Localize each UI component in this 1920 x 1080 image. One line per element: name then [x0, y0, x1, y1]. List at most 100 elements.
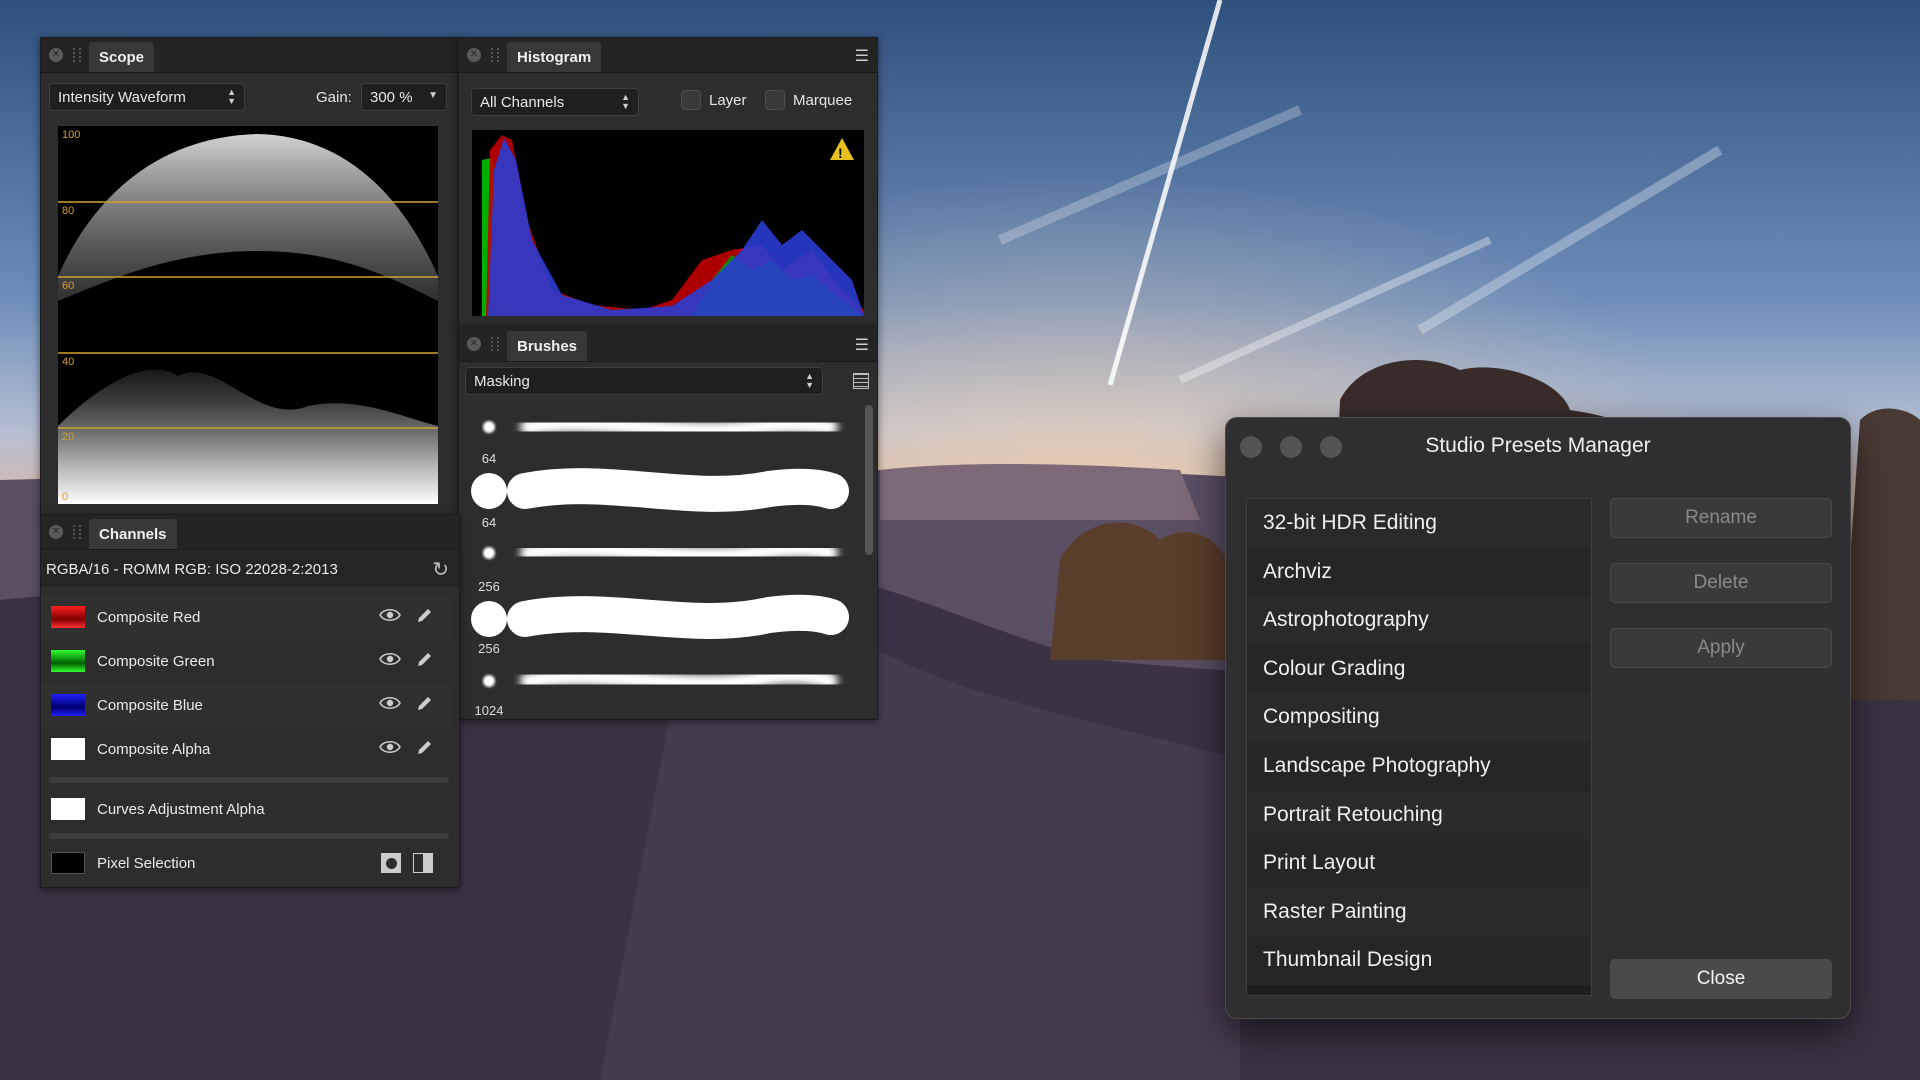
tab-histogram[interactable]: Histogram [507, 42, 602, 72]
refresh-icon[interactable]: ↻ [432, 557, 449, 582]
pencil-icon[interactable] [415, 739, 433, 757]
chevron-updown-icon: ▲ ▼ [805, 371, 814, 390]
apply-button[interactable]: Apply [1610, 628, 1832, 668]
brush-list[interactable]: 64 64 256 256 1024 [459, 405, 859, 718]
channel-label: Composite Red [97, 608, 201, 626]
scale-label-80: 80 [62, 205, 74, 217]
color-profile-label: RGBA/16 - ROMM RGB: ISO 22028-2:2013 [46, 560, 338, 578]
brush-size-label: 64 [482, 451, 496, 466]
eye-icon[interactable] [379, 607, 401, 623]
checkbox-box[interactable] [765, 90, 785, 110]
scale-label-20: 20 [62, 431, 74, 443]
grip-icon[interactable] [491, 337, 499, 351]
gain-value: 300 % [370, 88, 413, 106]
brush-size-label: 1024 [475, 703, 504, 717]
scope-panel-header[interactable]: ✕ Scope [41, 38, 459, 73]
close-icon[interactable]: ✕ [467, 48, 481, 62]
preset-item[interactable]: Compositing [1247, 693, 1591, 742]
channels-panel: ✕ Channels RGBA/16 - ROMM RGB: ISO 22028… [40, 514, 460, 888]
brushes-panel-header[interactable]: ✕ Brushes ☰ [459, 327, 877, 362]
channel-row-red[interactable]: Composite Red [41, 595, 451, 639]
mask-icon[interactable] [381, 853, 401, 873]
presets-list[interactable]: 32-bit HDR Editing Archviz Astrophotogra… [1246, 498, 1592, 996]
rename-button[interactable]: Rename [1610, 498, 1832, 538]
divider [49, 777, 449, 783]
histogram-panel: ✕ Histogram ☰ All Channels ▲ ▼ Layer Marq… [458, 37, 878, 327]
preset-item[interactable]: Colour Grading [1247, 644, 1591, 694]
pencil-icon[interactable] [415, 651, 433, 669]
delete-button[interactable]: Delete [1610, 563, 1832, 603]
close-icon[interactable]: ✕ [49, 525, 63, 539]
panel-menu-icon[interactable]: ☰ [855, 335, 869, 355]
chevron-updown-icon: ▲ ▼ [227, 87, 236, 106]
brushes-panel: ✕ Brushes ☰ Masking ▲ ▼ 64 64 256 256 10… [458, 326, 878, 720]
channel-label: Pixel Selection [97, 854, 196, 872]
marquee-checkbox[interactable]: Marquee [765, 90, 852, 110]
scale-label-100: 100 [62, 129, 80, 141]
scale-label-40: 40 [62, 356, 74, 368]
preset-item[interactable]: 32-bit HDR Editing [1247, 499, 1591, 548]
invert-selection-icon[interactable] [413, 853, 433, 873]
eye-icon[interactable] [379, 739, 401, 755]
histogram-channel-select[interactable]: All Channels ▲ ▼ [471, 88, 639, 116]
tab-scope[interactable]: Scope [89, 42, 155, 72]
grip-icon[interactable] [491, 48, 499, 62]
divider [49, 833, 449, 839]
preset-item[interactable]: Landscape Photography [1247, 741, 1591, 791]
panel-menu-icon[interactable]: ☰ [855, 46, 869, 66]
brush-strokes: 64 64 256 256 1024 [471, 414, 849, 718]
close-button[interactable]: Close [1610, 959, 1832, 999]
gain-select[interactable]: 300 % ▼ [361, 83, 447, 111]
channel-row-green[interactable]: Composite Green [41, 639, 451, 683]
close-icon[interactable]: ✕ [467, 337, 481, 351]
preset-item[interactable]: Portrait Retouching [1247, 790, 1591, 840]
brush-size-label: 64 [482, 515, 496, 530]
preset-item[interactable]: Archviz [1247, 547, 1591, 597]
waveform-display: 100 80 60 40 20 0 [58, 126, 438, 504]
eye-icon[interactable] [379, 651, 401, 667]
preset-item[interactable]: Astrophotography [1247, 596, 1591, 645]
checkbox-box[interactable] [681, 90, 701, 110]
brush-list-scrollbar[interactable] [865, 405, 873, 555]
tab-brushes[interactable]: Brushes [507, 331, 588, 361]
chevron-updown-icon: ▲ ▼ [621, 92, 630, 111]
grip-icon[interactable] [73, 525, 81, 539]
channel-swatch-blue [51, 694, 85, 716]
list-view-icon[interactable] [853, 373, 869, 389]
channel-row-curves-alpha[interactable]: Curves Adjustment Alpha [41, 787, 451, 831]
channel-swatch-curves-alpha [51, 798, 85, 820]
scope-mode-select[interactable]: Intensity Waveform ▲ ▼ [49, 83, 245, 111]
grip-icon[interactable] [73, 48, 81, 62]
dialog-title: Studio Presets Manager [1425, 434, 1651, 457]
channel-swatch-pixel-selection [51, 852, 85, 874]
brush-size-label: 256 [478, 579, 500, 594]
layer-checkbox-label: Layer [709, 91, 747, 109]
scale-label-0: 0 [62, 491, 68, 503]
svg-text:!: ! [838, 145, 843, 161]
channel-label: Curves Adjustment Alpha [97, 800, 265, 818]
pencil-icon[interactable] [415, 695, 433, 713]
marquee-checkbox-label: Marquee [793, 91, 853, 109]
close-icon[interactable]: ✕ [49, 48, 63, 62]
channel-row-alpha[interactable]: Composite Alpha [41, 727, 451, 771]
warning-icon[interactable]: ! [830, 138, 854, 161]
studio-presets-manager-dialog: Studio Presets Manager 32-bit HDR Editin… [1225, 417, 1851, 1019]
histogram-panel-header[interactable]: ✕ Histogram ☰ [459, 38, 877, 73]
channel-swatch-red [51, 606, 85, 628]
channel-row-pixel-selection[interactable]: Pixel Selection [41, 841, 451, 885]
eye-icon[interactable] [379, 695, 401, 711]
preset-item[interactable]: Thumbnail Design [1247, 936, 1591, 985]
tab-channels[interactable]: Channels [89, 519, 177, 549]
pencil-icon[interactable] [415, 607, 433, 625]
preset-item[interactable]: Raster Painting [1247, 887, 1591, 937]
brush-category-select[interactable]: Masking ▲ ▼ [465, 367, 823, 395]
scale-label-60: 60 [62, 280, 74, 292]
channels-panel-header[interactable]: ✕ Channels [41, 515, 459, 550]
layer-checkbox[interactable]: Layer [681, 90, 747, 110]
channel-row-blue[interactable]: Composite Blue [41, 683, 451, 727]
channel-label: Composite Blue [97, 696, 203, 714]
chevron-down-icon: ▼ [428, 90, 438, 101]
channel-swatch-green [51, 650, 85, 672]
channel-label: Composite Alpha [97, 740, 211, 758]
preset-item[interactable]: Print Layout [1247, 839, 1591, 888]
